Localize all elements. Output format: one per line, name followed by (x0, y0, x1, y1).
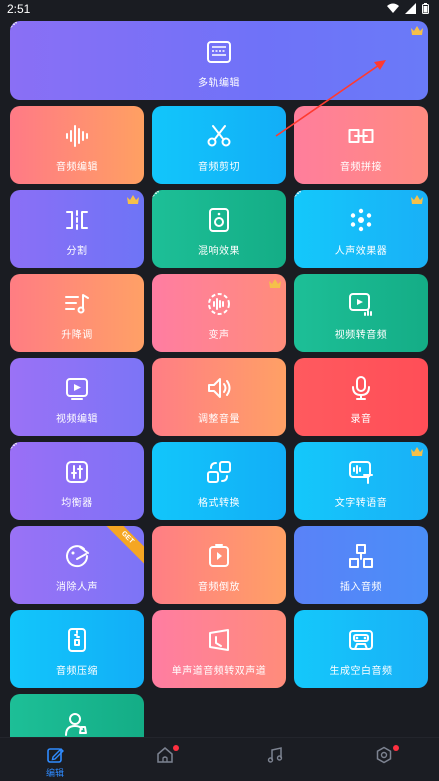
pitch-icon (65, 294, 89, 314)
crown-icon (411, 26, 423, 35)
tile-label: 音频剪切 (198, 162, 240, 173)
tile-label: 混响效果 (198, 246, 240, 257)
tile-label: 视频编辑 (56, 414, 98, 425)
waveform-icon (66, 125, 88, 147)
crown-icon (411, 447, 423, 456)
reverse-icon (209, 544, 229, 567)
battery-icon (422, 3, 429, 14)
music-note-icon (267, 747, 283, 763)
crown-icon (127, 195, 139, 204)
zip-icon (68, 628, 86, 652)
volume-icon (208, 378, 231, 398)
tile-dots-flower[interactable]: NEW 人声效果器 (294, 190, 428, 268)
split-icon (66, 210, 88, 230)
multitrack-edit-banner[interactable]: NEW 多轨编辑 (10, 21, 428, 100)
status-time: 2:51 (7, 2, 31, 16)
scissors-icon (207, 125, 231, 147)
microphone-icon (352, 376, 370, 400)
nav-settings[interactable] (329, 738, 439, 781)
tile-label: 分割 (66, 246, 88, 257)
tile-label: 音频压缩 (56, 666, 98, 677)
tile-label: 音频拼接 (340, 162, 382, 173)
crown-icon (269, 279, 281, 288)
tile-volume[interactable]: 调整音量 (152, 358, 286, 436)
tile-cassette[interactable]: 生成空白音频 (294, 610, 428, 688)
tile-voice-change[interactable]: 变声 (152, 274, 286, 352)
tile-split[interactable]: 分割 (10, 190, 144, 268)
tile-equalizer[interactable]: NEW 均衡器 (10, 442, 144, 520)
insert-icon (349, 544, 373, 568)
crown-icon (411, 195, 423, 204)
signal-icon (405, 3, 416, 14)
tile-text-to-speech[interactable]: 文字转语音 (294, 442, 428, 520)
new-badge: NEW (10, 21, 20, 33)
tile-video-to-audio[interactable]: 视频转音频 (294, 274, 428, 352)
tile-label: 音频编辑 (56, 162, 98, 173)
tile-label: 调整音量 (198, 414, 240, 425)
tile-label: 生成空白音频 (329, 666, 393, 677)
tile-label: 消除人声 (56, 582, 98, 593)
remove-vocal-icon (66, 545, 89, 568)
settings-icon (376, 746, 392, 764)
tile-insert[interactable]: 插入音频 (294, 526, 428, 604)
wifi-icon (387, 3, 399, 13)
equalizer-icon (66, 461, 88, 483)
join-icon (348, 129, 374, 143)
speaker-icon (209, 208, 229, 232)
mono-stereo-icon (209, 629, 229, 651)
tile-mono-stereo[interactable]: 单声道音频转双声道 (152, 610, 286, 688)
notification-dot (393, 745, 399, 751)
convert-icon (207, 461, 231, 483)
multitrack-icon (207, 41, 231, 63)
tile-label: 单声道音频转双声道 (171, 666, 267, 677)
status-icons (387, 3, 429, 14)
tile-waveform[interactable]: 音频编辑 (10, 106, 144, 184)
tile-label: 升降调 (61, 330, 93, 341)
tile-speaker[interactable]: NEW 混响效果 (152, 190, 286, 268)
nav-home[interactable] (110, 738, 220, 781)
tile-label: 插入音频 (340, 582, 382, 593)
tile-join[interactable]: 音频拼接 (294, 106, 428, 184)
tile-label: 格式转换 (198, 498, 240, 509)
banner-label: 多轨编辑 (198, 78, 240, 89)
dots-flower-icon (350, 208, 372, 232)
tile-label: 视频转音频 (334, 330, 388, 341)
new-badge: NEW (294, 190, 304, 202)
tile-label: 人声效果器 (334, 246, 388, 257)
tile-scissors[interactable]: 音频剪切 (152, 106, 286, 184)
edit-icon (47, 748, 64, 763)
bottom-nav: 编辑 (0, 737, 439, 780)
tile-pitch[interactable]: 升降调 (10, 274, 144, 352)
tile-reverse[interactable]: 音频倒放 (152, 526, 286, 604)
tile-label: 录音 (350, 414, 372, 425)
tile-label: 文字转语音 (334, 498, 388, 509)
nav-edit-label: 编辑 (45, 768, 64, 778)
tile-label: 变声 (208, 330, 230, 341)
text-to-speech-icon (349, 461, 373, 484)
tile-video-play[interactable]: 视频编辑 (10, 358, 144, 436)
nav-edit[interactable]: 编辑 (0, 738, 110, 781)
video-to-audio-icon (349, 293, 372, 316)
user-icon (65, 713, 87, 736)
tile-remove-vocal[interactable]: GET 消除人声 (10, 526, 144, 604)
tile-label: 音频倒放 (198, 582, 240, 593)
get-ribbon: GET (98, 526, 144, 567)
nav-music[interactable] (220, 738, 330, 781)
tile-convert[interactable]: 格式转换 (152, 442, 286, 520)
notification-dot (173, 745, 179, 751)
tile-zip[interactable]: 音频压缩 (10, 610, 144, 688)
status-bar: 2:51 (0, 0, 439, 18)
video-play-icon (66, 378, 88, 400)
cassette-icon (349, 630, 373, 650)
voice-change-icon (208, 293, 230, 315)
tile-label: 均衡器 (61, 498, 93, 509)
home-icon (157, 747, 173, 763)
new-badge: NEW (10, 442, 20, 454)
tile-microphone[interactable]: 录音 (294, 358, 428, 436)
new-badge: NEW (152, 190, 162, 202)
